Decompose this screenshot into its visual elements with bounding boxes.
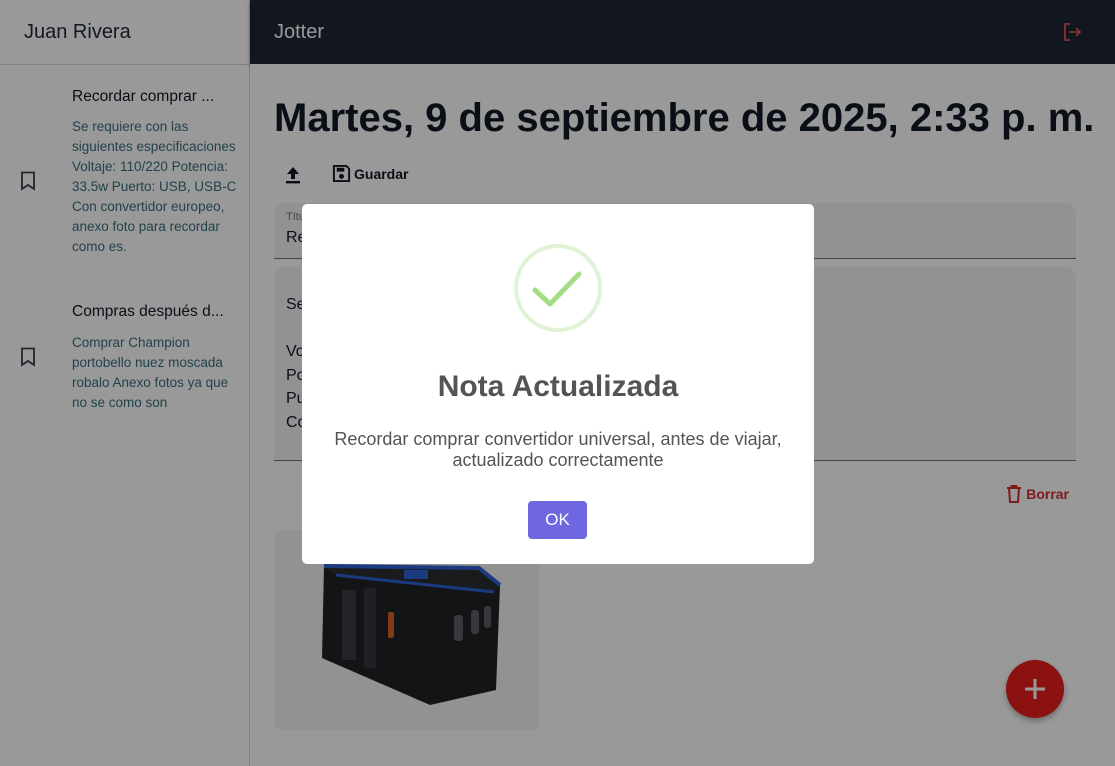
- success-check-icon: [514, 244, 602, 332]
- dialog-title: Nota Actualizada: [437, 370, 679, 403]
- ok-button[interactable]: OK: [528, 501, 587, 539]
- success-dialog: Nota Actualizada Recordar comprar conver…: [302, 204, 814, 564]
- dialog-message: Recordar comprar convertidor universal, …: [334, 429, 782, 470]
